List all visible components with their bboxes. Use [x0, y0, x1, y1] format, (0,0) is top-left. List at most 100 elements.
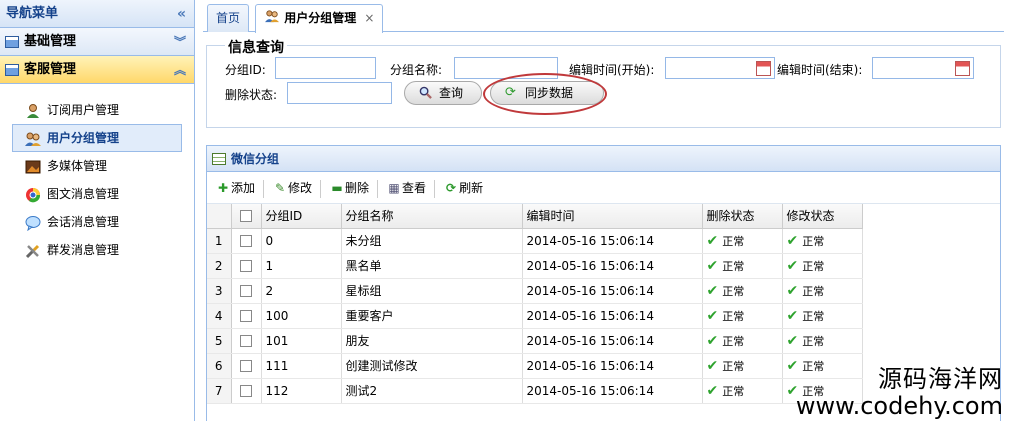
- sidebar-item-label: 群发消息管理: [47, 243, 120, 257]
- table-view-icon: ▦: [388, 181, 400, 195]
- cell-edit-time: 2014-05-16 15:06:14: [522, 228, 703, 254]
- group-id-input[interactable]: [275, 57, 376, 79]
- edit-end-label: 编辑时间(结束):: [777, 63, 863, 77]
- check-icon: ✔: [706, 382, 719, 399]
- cell-group-name: 黑名单: [341, 253, 523, 279]
- row-checkbox[interactable]: [240, 260, 252, 272]
- sidebar-item-news[interactable]: 图文消息管理: [12, 180, 182, 208]
- grid-title-bar: 微信分组: [207, 146, 1000, 172]
- query-legend: 信息查询: [225, 37, 287, 57]
- cell-delete-status: ✔ 正常: [702, 328, 783, 354]
- delete-status-text: 正常: [722, 334, 745, 348]
- cell-group-id: 112: [261, 378, 342, 404]
- table-row[interactable]: 4 100 重要客户 2014-05-16 15:06:14 ✔ 正常 ✔ 正常: [207, 303, 863, 329]
- edit-button[interactable]: ✎ 修改: [270, 172, 314, 204]
- column-header-group-name[interactable]: 分组名称: [341, 204, 523, 229]
- table-row[interactable]: 7 112 测试2 2014-05-16 15:06:14 ✔ 正常 ✔ 正常: [207, 378, 863, 404]
- delete-status-text: 正常: [722, 384, 745, 398]
- delete-status-text: 正常: [722, 309, 745, 323]
- view-button[interactable]: ▦ 查看: [384, 172, 428, 204]
- cell-modify-status: ✔ 正常: [782, 228, 863, 254]
- edit-start-date-input[interactable]: [665, 57, 775, 79]
- cell-edit-time: 2014-05-16 15:06:14: [522, 378, 703, 404]
- cell-group-name: 重要客户: [341, 303, 523, 329]
- search-button[interactable]: 查询: [404, 81, 482, 105]
- table-row[interactable]: 5 101 朋友 2014-05-16 15:06:14 ✔ 正常 ✔ 正常: [207, 328, 863, 354]
- modify-status-text: 正常: [802, 309, 825, 323]
- table-row[interactable]: 1 0 未分组 2014-05-16 15:06:14 ✔ 正常 ✔ 正常: [207, 228, 863, 254]
- sidebar-title: 导航菜单: [6, 6, 59, 21]
- tab-home[interactable]: 首页: [207, 4, 250, 32]
- column-header-modify-status[interactable]: 修改状态: [782, 204, 863, 229]
- refresh-button-label: 刷新: [459, 181, 484, 195]
- row-number: 3: [207, 278, 232, 304]
- tab-bar: 首页 用户分组管理 ×: [203, 0, 1004, 33]
- sidebar-item-user-groups[interactable]: 用户分组管理: [12, 124, 182, 152]
- chevron-up-icon[interactable]: ︽: [174, 56, 186, 84]
- sidebar-item-chat[interactable]: 会话消息管理: [12, 208, 182, 236]
- chat-bubble-icon: [25, 214, 41, 231]
- row-checkbox[interactable]: [240, 385, 252, 397]
- toolbar-divider: [320, 179, 322, 198]
- row-number: 1: [207, 228, 232, 254]
- refresh-button[interactable]: ⟳ 刷新: [441, 172, 485, 204]
- row-select-cell: [231, 353, 262, 379]
- highlight-ring: [483, 73, 607, 115]
- row-select-cell: [231, 328, 262, 354]
- chrome-icon: [25, 186, 41, 202]
- cell-delete-status: ✔ 正常: [702, 228, 783, 254]
- row-number: 5: [207, 328, 232, 354]
- cell-modify-status: ✔ 正常: [782, 303, 863, 329]
- table-header-row: 分组ID 分组名称 编辑时间 删除状态 修改状态: [207, 204, 863, 229]
- row-select-cell: [231, 303, 262, 329]
- column-header-edit-time[interactable]: 编辑时间: [522, 204, 703, 229]
- cell-group-id: 111: [261, 353, 342, 379]
- select-all-header: [231, 204, 262, 229]
- row-checkbox[interactable]: [240, 335, 252, 347]
- sidebar-item-subscribers[interactable]: 订阅用户管理: [12, 96, 182, 124]
- table-row[interactable]: 3 2 星标组 2014-05-16 15:06:14 ✔ 正常 ✔ 正常: [207, 278, 863, 304]
- delete-button-label: 删除: [345, 181, 370, 195]
- tools-icon: [25, 242, 41, 258]
- edit-end-date-input[interactable]: [872, 57, 974, 79]
- sidebar-group-basic[interactable]: 基础管理 ︾: [0, 28, 194, 56]
- row-checkbox[interactable]: [240, 235, 252, 247]
- sidebar-item-media[interactable]: 多媒体管理: [12, 152, 182, 180]
- delete-status-label: 删除状态:: [225, 88, 278, 102]
- chevron-down-icon[interactable]: ︾: [174, 28, 186, 56]
- row-checkbox[interactable]: [240, 310, 252, 322]
- row-select-cell: [231, 278, 262, 304]
- delete-status-text: 正常: [722, 259, 745, 273]
- main-content: 首页 用户分组管理 × 信息查询 分组ID: 分组名称: 编辑时间(开始): 编…: [203, 0, 1004, 421]
- close-icon[interactable]: ×: [364, 11, 374, 25]
- column-header-group-id[interactable]: 分组ID: [261, 204, 342, 229]
- table-row[interactable]: 6 111 创建测试修改 2014-05-16 15:06:14 ✔ 正常 ✔ 正常: [207, 353, 863, 379]
- check-icon: ✔: [706, 232, 719, 249]
- modify-status-text: 正常: [802, 259, 825, 273]
- window-icon: [5, 64, 19, 76]
- delete-button[interactable]: ▬ 删除: [327, 172, 371, 204]
- edit-start-label: 编辑时间(开始):: [569, 63, 655, 77]
- table-row[interactable]: 2 1 黑名单 2014-05-16 15:06:14 ✔ 正常 ✔ 正常: [207, 253, 863, 279]
- row-checkbox[interactable]: [240, 360, 252, 372]
- check-icon: ✔: [786, 282, 799, 299]
- row-number: 4: [207, 303, 232, 329]
- cell-edit-time: 2014-05-16 15:06:14: [522, 303, 703, 329]
- sidebar-item-broadcast[interactable]: 群发消息管理: [12, 236, 182, 264]
- plus-icon: ✚: [217, 181, 229, 195]
- cell-modify-status: ✔ 正常: [782, 278, 863, 304]
- check-icon: ✔: [706, 257, 719, 274]
- cell-delete-status: ✔ 正常: [702, 253, 783, 279]
- delete-status-input[interactable]: [287, 82, 392, 104]
- tab-user-groups[interactable]: 用户分组管理 ×: [255, 4, 384, 33]
- select-all-checkbox[interactable]: [240, 210, 252, 223]
- sidebar-group-service[interactable]: 客服管理 ︽: [0, 56, 194, 84]
- add-button[interactable]: ✚ 添加: [213, 172, 257, 204]
- cell-modify-status: ✔ 正常: [782, 253, 863, 279]
- cell-delete-status: ✔ 正常: [702, 378, 783, 404]
- row-checkbox[interactable]: [240, 285, 252, 297]
- tab-label: 首页: [216, 11, 241, 25]
- cell-group-id: 1: [261, 253, 342, 279]
- collapse-sidebar-icon[interactable]: «: [177, 0, 186, 28]
- column-header-delete-status[interactable]: 删除状态: [702, 204, 783, 229]
